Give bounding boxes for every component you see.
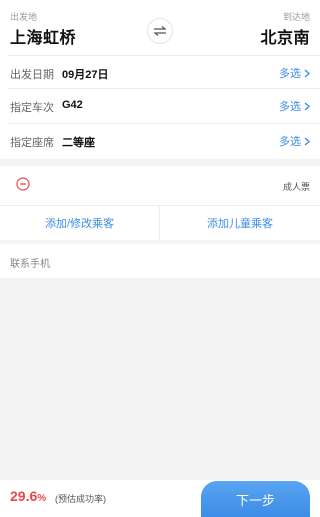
multi-select-label: 多选	[279, 101, 301, 113]
contact-phone-label: 联系手机	[10, 259, 50, 270]
from-label: 出发地	[10, 12, 38, 22]
multi-select-link[interactable]: 多选	[279, 133, 310, 149]
detail-value: 二等座	[62, 137, 95, 149]
add-child-button[interactable]: 添加儿童乘客	[160, 206, 320, 240]
success-rate-note: (预估成功率)	[55, 494, 106, 504]
multi-select-link[interactable]: 多选	[279, 65, 310, 81]
detail-value: 09月27日	[62, 69, 109, 81]
success-rate-unit: %	[37, 493, 47, 504]
chevron-right-icon	[304, 69, 310, 77]
chevron-right-icon	[304, 137, 310, 145]
multi-select-label: 多选	[279, 68, 301, 80]
swap-stations-button[interactable]	[147, 18, 173, 44]
detail-row-date[interactable]: 出发日期 09月27日 多选	[0, 55, 320, 91]
ticket-type-label: 成人票	[282, 182, 310, 192]
detail-row-seat[interactable]: 指定座席 二等座 多选	[0, 123, 320, 159]
detail-row-train[interactable]: 指定车次 G42 多选	[0, 88, 320, 124]
success-rate: 29.6%	[10, 488, 46, 504]
next-button[interactable]: 下一步	[201, 481, 310, 517]
multi-select-link[interactable]: 多选	[279, 98, 310, 114]
details-card: 出发日期 09月27日 多选 指定车次 G42 多选 指定座席 二等座 多选	[0, 55, 320, 159]
to-label: 到达地	[282, 12, 310, 22]
remove-circle-icon[interactable]	[16, 177, 30, 191]
detail-label: 出发日期	[10, 69, 54, 81]
add-passenger-button[interactable]: 添加/修改乘客	[0, 206, 159, 240]
chevron-right-icon	[304, 102, 310, 110]
multi-select-label: 多选	[279, 136, 301, 148]
from-station[interactable]: 上海虹桥	[10, 24, 76, 48]
detail-value: G42	[62, 99, 83, 111]
route-card: 出发地 上海虹桥 到达地 北京南	[0, 0, 320, 55]
to-station[interactable]: 北京南	[260, 24, 310, 48]
detail-label: 指定车次	[10, 102, 54, 114]
swap-icon	[153, 26, 167, 36]
detail-label: 指定座席	[10, 137, 54, 149]
success-rate-value: 29.6	[10, 488, 38, 504]
